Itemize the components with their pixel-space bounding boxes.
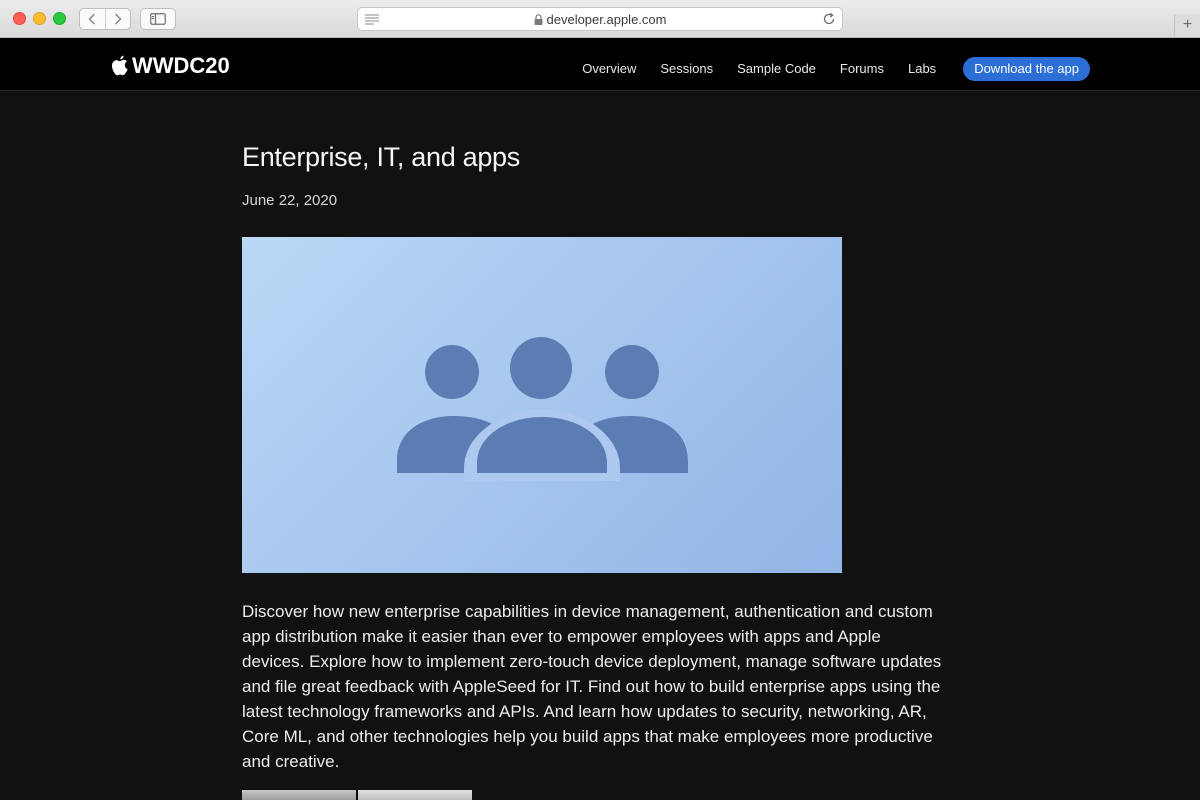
site-header: WWDC20 Overview Sessions Sample Code For…	[0, 38, 1200, 91]
hero-image	[242, 237, 842, 573]
nav-forums[interactable]: Forums	[840, 57, 884, 81]
nav-labs[interactable]: Labs	[908, 57, 936, 81]
zoom-window-button[interactable]	[53, 12, 66, 25]
chevron-left-icon	[88, 13, 96, 25]
url-display[interactable]: developer.apple.com	[358, 8, 842, 30]
sidebar-toggle-button[interactable]	[140, 8, 176, 30]
apple-logo-icon	[111, 55, 128, 76]
brand-wordmark: WWDC20	[132, 53, 230, 78]
forward-button[interactable]	[104, 9, 131, 29]
url-text: developer.apple.com	[546, 11, 667, 27]
person-3-icon	[397, 337, 688, 481]
nav-overview[interactable]: Overview	[582, 57, 636, 81]
address-bar[interactable]: developer.apple.com	[357, 7, 843, 31]
download-app-button[interactable]: Download the app	[963, 57, 1090, 81]
article-body: Discover how new enterprise capabilities…	[242, 602, 942, 771]
lock-icon	[534, 13, 543, 25]
plus-icon: +	[1182, 16, 1193, 33]
article-title: Enterprise, IT, and apps	[242, 142, 520, 172]
browser-toolbar: developer.apple.com +	[0, 0, 1200, 38]
sidebar-icon	[150, 13, 166, 25]
article-date: June 22, 2020	[242, 192, 338, 209]
wwdc-logo-link[interactable]: WWDC20	[110, 53, 230, 79]
nav-sample-code[interactable]: Sample Code	[737, 57, 816, 81]
history-navigation	[79, 8, 131, 30]
new-tab-button[interactable]: +	[1174, 14, 1200, 36]
session-thumbnail[interactable]	[358, 790, 472, 800]
minimize-window-button[interactable]	[33, 12, 46, 25]
back-button[interactable]	[80, 9, 105, 29]
reload-icon[interactable]	[822, 12, 836, 31]
related-sessions-thumbnails	[242, 790, 474, 800]
chevron-right-icon	[114, 13, 122, 25]
close-window-button[interactable]	[13, 12, 26, 25]
session-thumbnail[interactable]	[242, 790, 356, 800]
site-navigation: Overview Sessions Sample Code Forums Lab…	[558, 57, 1090, 81]
nav-sessions[interactable]: Sessions	[660, 57, 713, 81]
